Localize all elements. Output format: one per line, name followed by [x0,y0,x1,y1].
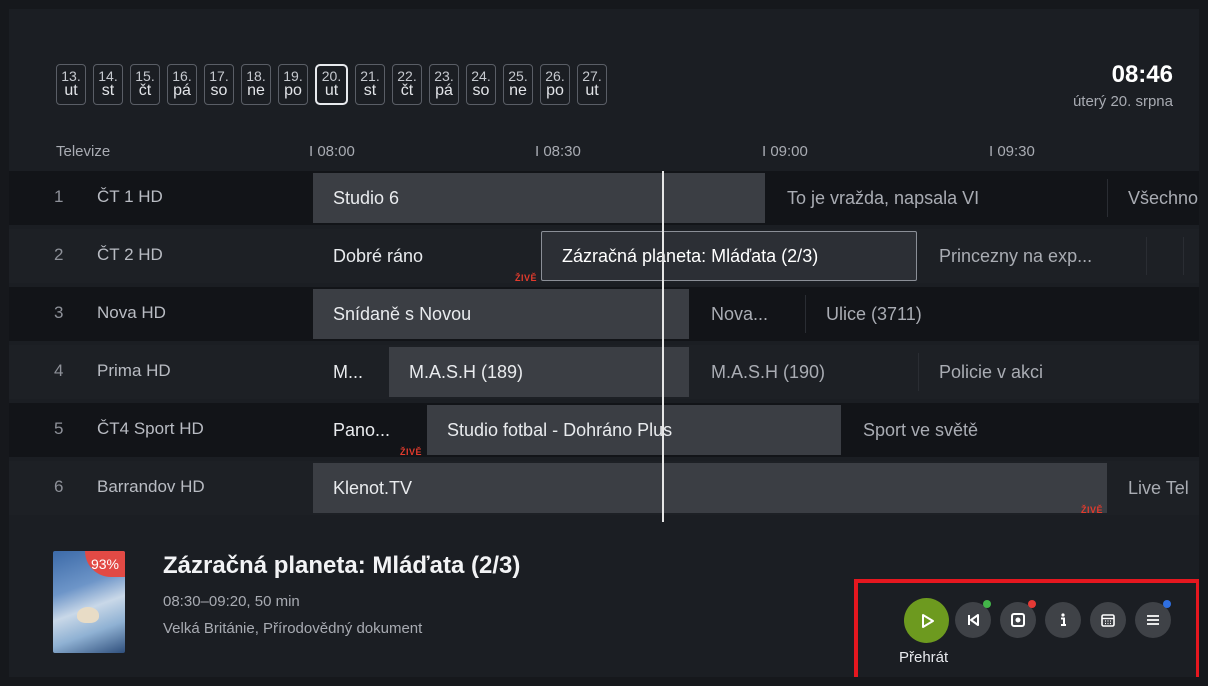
date-20-selected[interactable]: 20. ut [315,64,348,105]
tick-0800: I 08:00 [309,143,355,160]
epg-screen: 13. ut 14. st 15. čt 16. pá 17. so 18. ne 19. p… [9,9,1199,677]
record-button[interactable] [1000,600,1036,638]
program-tile[interactable]: Všechno [1108,173,1199,223]
program-tile[interactable]: M.A.S.H (190) [691,347,917,397]
program-poster: 93% [53,551,125,653]
menu-button[interactable] [1135,600,1171,638]
channel-row: 4 Prima HD M... M.A.S.H (189) M.A.S.H (1… [9,345,1199,399]
program-title: Zázračná planeta: Mláďata (2/3) [163,552,521,579]
live-badge: ŽIVĚ [400,447,423,457]
program-tile[interactable]: M... [313,347,389,397]
channel-name[interactable]: Nova HD [97,303,166,323]
live-badge: ŽIVĚ [1081,505,1104,515]
channel-name[interactable]: ČT 1 HD [97,187,163,207]
channel-name[interactable]: ČT 2 HD [97,245,163,265]
program-tile[interactable]: Policie v akci [919,347,1199,397]
channel-row: 6 Barrandov HD Klenot.TV ŽIVĚ Live Tel [9,461,1199,515]
channel-number: 3 [54,303,64,322]
schedule-button[interactable] [1090,602,1126,638]
date-17[interactable]: 17. so [204,64,234,105]
date-15[interactable]: 15. čt [130,64,160,105]
program-tile[interactable]: Dobré ráno [313,231,541,281]
channel-name[interactable]: ČT4 Sport HD [97,419,204,439]
program-tile[interactable]: Klenot.TV [313,463,1107,513]
play-button[interactable] [904,598,949,643]
poster-image [77,607,99,623]
date-24[interactable]: 24. so [466,64,496,105]
program-tile[interactable]: Studio 6 [313,173,765,223]
program-tile[interactable]: Snídaně s Novou [313,289,689,339]
date-26[interactable]: 26. po [540,64,570,105]
program-tile-focused[interactable]: Zázračná planeta: Mláďata (2/3) [541,231,917,281]
timeline-header-label: Televize [56,143,111,160]
channel-number: 5 [54,419,64,438]
current-time: 08:46 [1111,61,1173,88]
red-key-dot [1028,600,1036,608]
program-genre: Velká Británie, Přírodovědný dokument [163,620,423,637]
menu-icon [1147,615,1159,625]
date-25[interactable]: 25. ne [503,64,533,105]
channel-row: 1 ČT 1 HD Studio 6 To je vražda, napsala… [9,171,1199,225]
info-icon [1061,613,1066,626]
program-tile[interactable]: Ulice (3711) [806,289,1199,339]
skip-back-icon [968,614,979,626]
program-time: 08:30–09:20, 50 min [163,593,300,610]
program-tile[interactable]: Nova... [691,289,804,339]
date-22[interactable]: 22. čt [392,64,422,105]
program-tile[interactable]: Live Tel [1108,463,1199,513]
date-23[interactable]: 23. pá [429,64,459,105]
clock: 08:46 úterý 20. srpna [1073,61,1173,110]
tick-0830: I 08:30 [535,143,581,160]
channel-number: 4 [54,361,64,380]
channel-number: 1 [54,187,64,206]
channel-number: 6 [54,477,64,496]
program-tile[interactable]: Princezny na exp... [919,231,1145,281]
date-strip: 13. ut 14. st 15. čt 16. pá 17. so 18. ne 19. p… [56,64,607,105]
current-date: úterý 20. srpna [1072,93,1173,110]
tick-0930: I 09:30 [989,143,1035,160]
channel-row: 2 ČT 2 HD Dobré ráno ŽIVĚ Zázračná plane… [9,229,1199,283]
channel-row: 5 ČT4 Sport HD Pano... ŽIVĚ Studio fotba… [9,403,1199,457]
green-key-dot [983,600,991,608]
divider [1183,237,1184,275]
program-tile[interactable]: M.A.S.H (189) [389,347,689,397]
date-16[interactable]: 16. pá [167,64,197,105]
info-button[interactable] [1045,602,1081,638]
restart-button[interactable] [955,600,991,638]
record-icon [1011,613,1025,627]
program-tile[interactable]: Studio fotbal - Dohráno Plus [427,405,841,455]
program-tile[interactable]: To je vražda, napsala VI [767,173,1106,223]
date-14[interactable]: 14. st [93,64,123,105]
blue-key-dot [1163,600,1171,608]
date-19[interactable]: 19. po [278,64,308,105]
channel-number: 2 [54,245,64,264]
calendar-icon [1101,614,1115,627]
date-13[interactable]: 13. ut [56,64,86,105]
channel-row: 3 Nova HD Snídaně s Novou Nova... Ulice … [9,287,1199,341]
tick-0900: I 09:00 [762,143,808,160]
channel-name[interactable]: Prima HD [97,361,171,381]
date-27[interactable]: 27. ut [577,64,607,105]
date-21[interactable]: 21. st [355,64,385,105]
program-tile[interactable]: Sport ve světě [843,405,1199,455]
channel-name[interactable]: Barrandov HD [97,477,205,497]
play-button-label: Přehrát [899,649,949,666]
live-badge: ŽIVĚ [515,273,538,283]
date-18[interactable]: 18. ne [241,64,271,105]
program-tile[interactable] [1147,231,1182,281]
watch-progress-badge: 93% [84,551,125,577]
play-icon [921,613,934,628]
now-indicator [662,171,664,522]
